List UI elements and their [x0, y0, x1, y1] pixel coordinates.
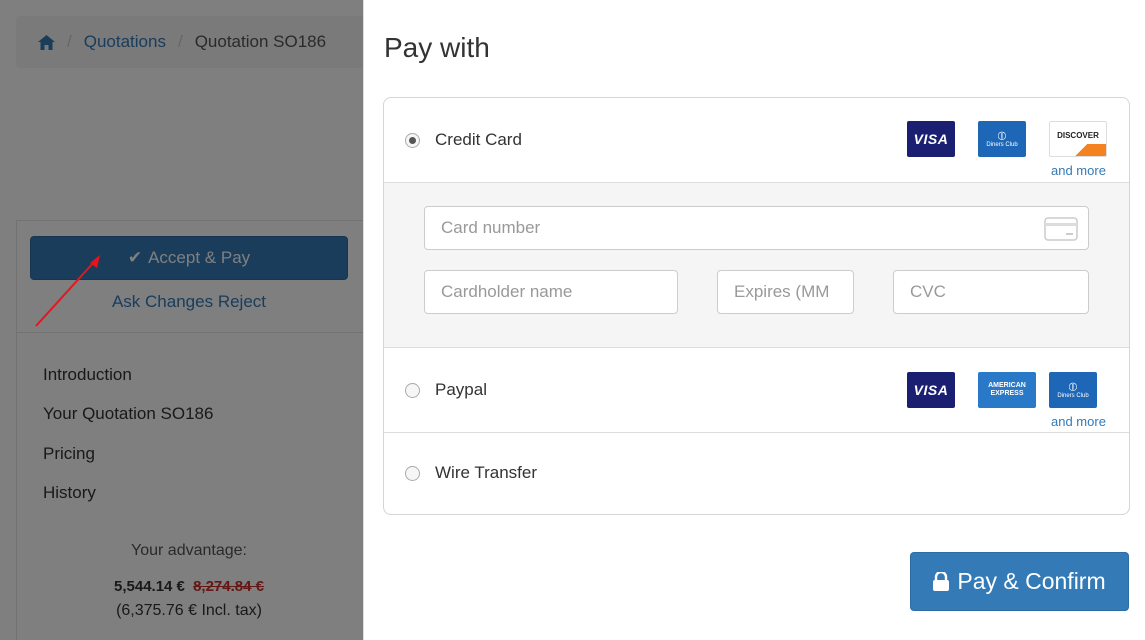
advantage-title: Your advantage: — [131, 542, 247, 559]
quotation-page: / Quotations / Quotation SO186 ✔ Accept … — [0, 0, 386, 640]
amex-logo-icon: AMERICAN EXPRESS — [978, 372, 1036, 408]
credit-card-label: Credit Card — [435, 130, 522, 149]
paypal-and-more-link[interactable]: and more — [1051, 414, 1106, 429]
wire-transfer-radio[interactable] — [405, 465, 420, 481]
payment-methods: Credit Card VISA ⦶ Diners Club DISCOVER a… — [383, 97, 1130, 515]
credit-card-and-more-link[interactable]: and more — [1051, 163, 1106, 178]
breadcrumb: / Quotations / Quotation SO186 — [16, 16, 386, 68]
lock-icon — [933, 572, 950, 591]
modal-title: Pay with — [384, 32, 490, 63]
cvc-input[interactable]: CVC — [893, 270, 1089, 314]
method-wire-transfer[interactable]: Wire Transfer — [384, 455, 1129, 491]
price-incl-tax: (6,375.76 € Incl. tax) — [116, 602, 262, 619]
reject-link[interactable]: Reject — [218, 292, 266, 311]
nav-item-introduction[interactable]: Introduction — [43, 365, 132, 385]
breadcrumb-current: Quotation SO186 — [194, 32, 327, 51]
breadcrumb-quotations[interactable]: Quotations — [84, 32, 166, 52]
expires-input[interactable]: Expires (MM — [717, 270, 854, 314]
breadcrumb-separator: / — [67, 32, 72, 51]
nav-item-your-quotation[interactable]: Your Quotation SO186 — [43, 404, 213, 424]
card-number-input[interactable]: Card number — [424, 206, 1089, 250]
cardholder-name-input[interactable]: Cardholder name — [424, 270, 678, 314]
divider — [384, 432, 1129, 433]
pay-confirm-label: Pay & Confirm — [957, 568, 1106, 594]
advantage-price: 5,544.14 € 8,274.84 € — [30, 578, 348, 595]
home-icon[interactable] — [38, 34, 55, 50]
ask-changes-link[interactable]: Ask Changes — [112, 292, 213, 311]
paypal-radio[interactable] — [405, 382, 420, 398]
nav-item-pricing[interactable]: Pricing — [43, 444, 95, 464]
discover-logo-icon: DISCOVER — [1049, 121, 1107, 157]
wire-transfer-label: Wire Transfer — [435, 463, 538, 482]
paypal-label: Paypal — [435, 380, 487, 399]
credit-card-icon — [1044, 217, 1078, 246]
visa-logo-icon: VISA — [907, 121, 955, 157]
diners-club-logo-icon: ⦶ Diners Club — [978, 121, 1026, 157]
payment-modal: Pay with Credit Card VISA ⦶ Diners Club D… — [363, 0, 1145, 640]
divider — [16, 332, 366, 333]
breadcrumb-separator: / — [177, 32, 183, 51]
price-old: 8,274.84 € — [193, 578, 264, 595]
price-new: 5,544.14 € — [114, 578, 185, 595]
card-form: Card number Cardholder name Expires (MM … — [384, 182, 1129, 348]
check-icon: ✔ — [127, 248, 143, 267]
nav-item-history[interactable]: History — [43, 483, 96, 503]
diners-club-logo-icon: ⦶ Diners Club — [1049, 372, 1097, 408]
accept-pay-label: Accept & Pay — [148, 248, 251, 267]
pay-confirm-button[interactable]: Pay & Confirm — [910, 552, 1129, 611]
credit-card-radio[interactable] — [405, 132, 420, 148]
visa-logo-icon: VISA — [907, 372, 955, 408]
annotation-arrow-icon — [35, 255, 100, 327]
